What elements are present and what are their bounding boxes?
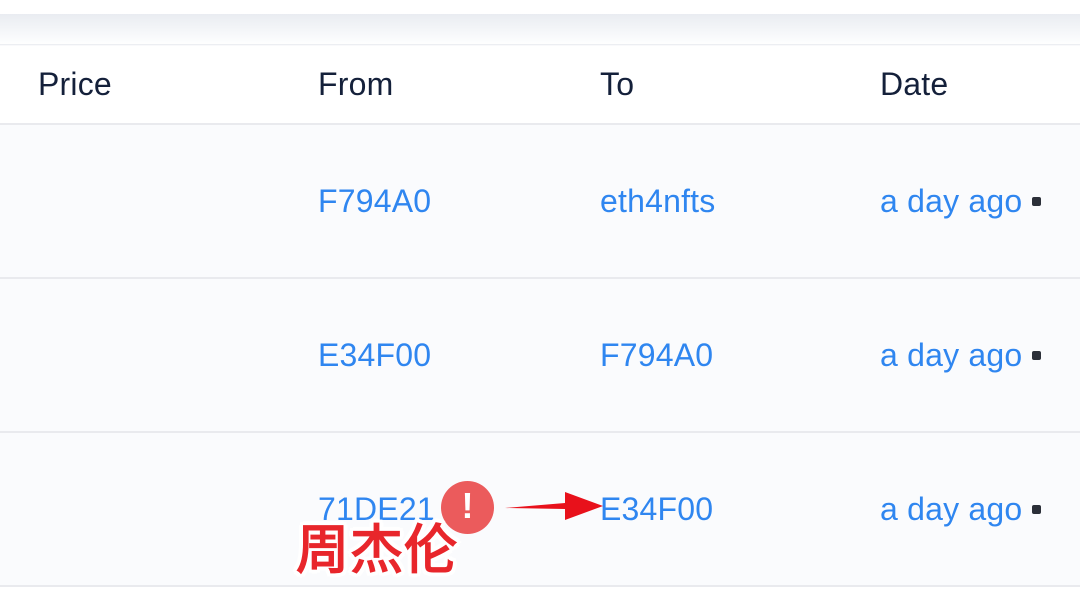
column-header-to-label: To — [600, 66, 635, 102]
cell-date-value[interactable]: a day ago — [880, 183, 1022, 220]
cell-from-value[interactable]: E34F00 — [318, 337, 431, 374]
column-header-from-label: From — [318, 66, 394, 102]
cell-price — [38, 433, 308, 585]
table-row[interactable]: F794A0 eth4nfts a day ago — [0, 125, 1080, 279]
table-row[interactable]: E34F00 F794A0 a day ago — [0, 279, 1080, 433]
activity-table: Price From To Date F794A0 eth4nfts a day… — [0, 46, 1080, 587]
column-header-price-label: Price — [38, 66, 112, 102]
column-header-date-label: Date — [880, 66, 949, 102]
cell-to-value[interactable]: F794A0 — [600, 337, 713, 374]
sticky-header-strip — [0, 14, 1080, 45]
cell-date[interactable]: a day ago — [880, 433, 1080, 585]
cell-date[interactable]: a day ago — [880, 125, 1080, 277]
cell-from[interactable]: 71DE21 — [318, 433, 590, 585]
cell-to-value[interactable]: E34F00 — [600, 491, 713, 528]
nft-activity-table-screen: Price From To Date F794A0 eth4nfts a day… — [0, 0, 1080, 614]
column-header-from[interactable]: From — [318, 46, 590, 123]
cell-to[interactable]: F794A0 — [600, 279, 870, 431]
cell-price — [38, 125, 308, 277]
column-header-price[interactable]: Price — [38, 46, 308, 123]
external-link-icon[interactable] — [1032, 504, 1042, 514]
cell-date-value[interactable]: a day ago — [880, 491, 1022, 528]
cell-to-value[interactable]: eth4nfts — [600, 183, 715, 220]
table-row[interactable]: 71DE21 E34F00 a day ago — [0, 433, 1080, 587]
cell-price — [38, 279, 308, 431]
cell-from[interactable]: E34F00 — [318, 279, 590, 431]
cell-to[interactable]: eth4nfts — [600, 125, 870, 277]
table-header-row: Price From To Date — [0, 46, 1080, 125]
cell-date-value[interactable]: a day ago — [880, 337, 1022, 374]
column-header-to[interactable]: To — [600, 46, 870, 123]
cell-from-value[interactable]: F794A0 — [318, 183, 431, 220]
external-link-icon[interactable] — [1032, 350, 1042, 360]
cell-to[interactable]: E34F00 — [600, 433, 870, 585]
cell-date[interactable]: a day ago — [880, 279, 1080, 431]
external-link-icon[interactable] — [1032, 196, 1042, 206]
cell-from-value[interactable]: 71DE21 — [318, 491, 435, 528]
column-header-date[interactable]: Date — [880, 46, 1080, 123]
cell-from[interactable]: F794A0 — [318, 125, 590, 277]
